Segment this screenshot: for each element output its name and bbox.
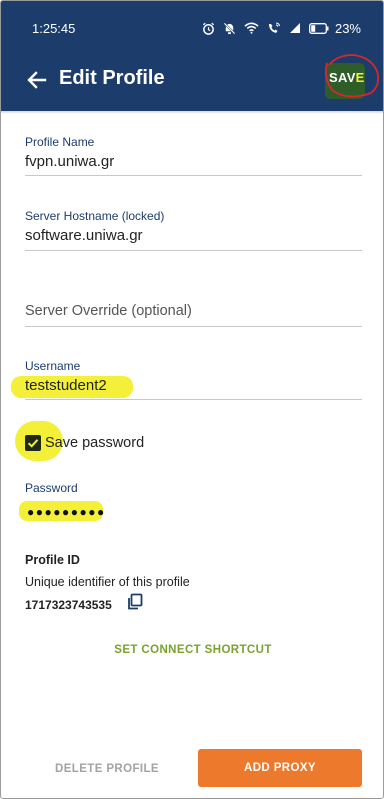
- app-bar: Edit Profile SAVE: [1, 53, 383, 111]
- profile-id-value: 1717323743535: [25, 598, 112, 612]
- profile-name-value[interactable]: fvpn.uniwa.gr: [25, 153, 362, 170]
- server-hostname-label: Server Hostname (locked): [25, 209, 165, 223]
- status-bar: 1:25:45 23%: [1, 1, 383, 53]
- password-label: Password: [25, 481, 78, 495]
- add-proxy-button[interactable]: ADD PROXY: [198, 749, 362, 787]
- server-override-placeholder[interactable]: Server Override (optional): [25, 303, 192, 319]
- mute-icon: [223, 22, 236, 34]
- username-label: Username: [25, 359, 81, 373]
- app-bar-shadow: [1, 111, 383, 114]
- profile-name-field[interactable]: Profile Name fvpn.uniwa.gr: [25, 135, 362, 176]
- server-hostname-field: Server Hostname (locked) software.uniwa.…: [25, 209, 362, 251]
- save-button-label: SAVE: [329, 70, 365, 85]
- username-value[interactable]: teststudent2: [25, 377, 362, 394]
- app-screen: 1:25:45 23% Edit Profile SAVE Profile Na…: [0, 0, 384, 799]
- profile-name-underline: [25, 175, 362, 176]
- profile-name-label: Profile Name: [25, 135, 95, 149]
- server-override-underline: [25, 326, 362, 327]
- save-password-checkbox[interactable]: [25, 435, 41, 451]
- username-field[interactable]: Username teststudent2: [25, 359, 362, 400]
- username-underline: [25, 399, 362, 400]
- set-connect-shortcut-button[interactable]: SET CONNECT SHORTCUT: [1, 644, 383, 656]
- status-time: 1:25:45: [32, 21, 76, 36]
- server-hostname-value: software.uniwa.gr: [25, 227, 143, 244]
- save-password-label[interactable]: Save password: [45, 435, 144, 451]
- battery-percent: 23%: [334, 20, 361, 36]
- wifi-call-icon: [268, 21, 281, 33]
- back-arrow-icon[interactable]: [25, 68, 49, 92]
- password-field[interactable]: Password: [25, 481, 362, 495]
- save-label-main: SAV: [329, 70, 356, 85]
- signal-icon: [289, 23, 300, 33]
- server-hostname-underline: [25, 250, 362, 251]
- alarm-icon: [202, 22, 214, 35]
- page-title: Edit Profile: [59, 67, 165, 89]
- wifi-icon: [244, 22, 259, 34]
- status-icons: 23%: [202, 19, 361, 37]
- profile-id-title: Profile ID: [25, 553, 80, 567]
- profile-id-description: Unique identifier of this profile: [25, 575, 190, 589]
- battery-icon: [309, 22, 329, 34]
- save-label-last: E: [355, 70, 365, 85]
- password-value[interactable]: ●●●●●●●●●: [27, 505, 106, 519]
- delete-profile-button[interactable]: DELETE PROFILE: [37, 763, 177, 775]
- server-override-field[interactable]: Server Override (optional): [25, 302, 362, 327]
- save-button[interactable]: SAVE: [319, 53, 383, 105]
- copy-icon[interactable]: [126, 593, 144, 611]
- checkmark-icon: [27, 439, 39, 448]
